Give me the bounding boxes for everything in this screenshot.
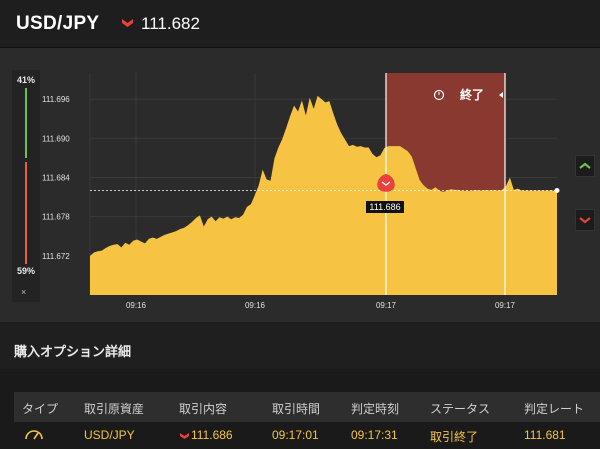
end-label: 終了: [460, 87, 484, 102]
ratio-bar: [25, 88, 27, 264]
current-rate: 111.682: [141, 14, 200, 33]
high-button[interactable]: [575, 155, 595, 177]
y-axis-ticks: 111.696 111.690 111.684 111.678 111.672: [42, 95, 70, 261]
y-tick-label: 111.696: [42, 95, 70, 104]
x-tick-label: 09:16: [126, 301, 147, 310]
purchase-details-title: 購入オプション詳細: [14, 344, 132, 359]
x-tick-label: 09:17: [495, 301, 516, 310]
high-ratio-bar: [25, 88, 27, 158]
high-ratio-label: 41%: [17, 75, 36, 85]
close-ratio-button[interactable]: ×: [21, 287, 26, 297]
row-asset: USD/JPY: [84, 428, 135, 442]
x-tick-label: 09:17: [376, 301, 397, 310]
current-rate-dot: [554, 188, 560, 194]
header-trade-time: 取引時間: [272, 402, 321, 416]
header-judge-time: 判定時刻: [351, 402, 400, 416]
chevron-up-icon: [579, 162, 591, 169]
trade-down-arrow-icon: [180, 433, 189, 439]
entry-rate-label: 111.686: [369, 202, 400, 212]
y-tick-label: 111.684: [42, 173, 70, 182]
row-trade-time: 09:17:01: [272, 428, 319, 442]
header-asset: 取引原資産: [84, 402, 145, 416]
y-tick-label: 111.672: [42, 252, 70, 261]
x-axis-ticks: 09:16 09:16 09:17 09:17: [126, 301, 516, 310]
price-chart[interactable]: 111.696 111.690 111.684 111.678 111.672 09:1…: [42, 70, 570, 318]
y-tick-label: 111.690: [42, 134, 70, 143]
header-status: ステータス: [430, 402, 491, 416]
row-judge-time: 09:17:31: [351, 428, 398, 442]
header-trade: 取引内容: [179, 402, 228, 416]
header-judge-rate: 判定レート: [524, 402, 585, 416]
chevron-down-icon: [579, 217, 591, 224]
low-button[interactable]: [575, 209, 595, 231]
currency-pair-title: USD/JPY: [16, 13, 100, 34]
header-bar: USD/JPY 111.682: [0, 0, 600, 48]
y-tick-label: 111.678: [42, 213, 70, 222]
low-ratio-label: 59%: [17, 266, 36, 276]
row-trade-rate: 111.686: [191, 428, 233, 442]
row-judge-rate: 111.681: [524, 428, 566, 442]
low-ratio-bar: [25, 162, 27, 264]
down-arrow-icon: [122, 19, 133, 27]
gauge-icon: [25, 430, 43, 440]
x-tick-label: 09:16: [245, 301, 266, 310]
row-status: 取引終了: [430, 430, 479, 444]
header-type: タイプ: [22, 402, 59, 416]
